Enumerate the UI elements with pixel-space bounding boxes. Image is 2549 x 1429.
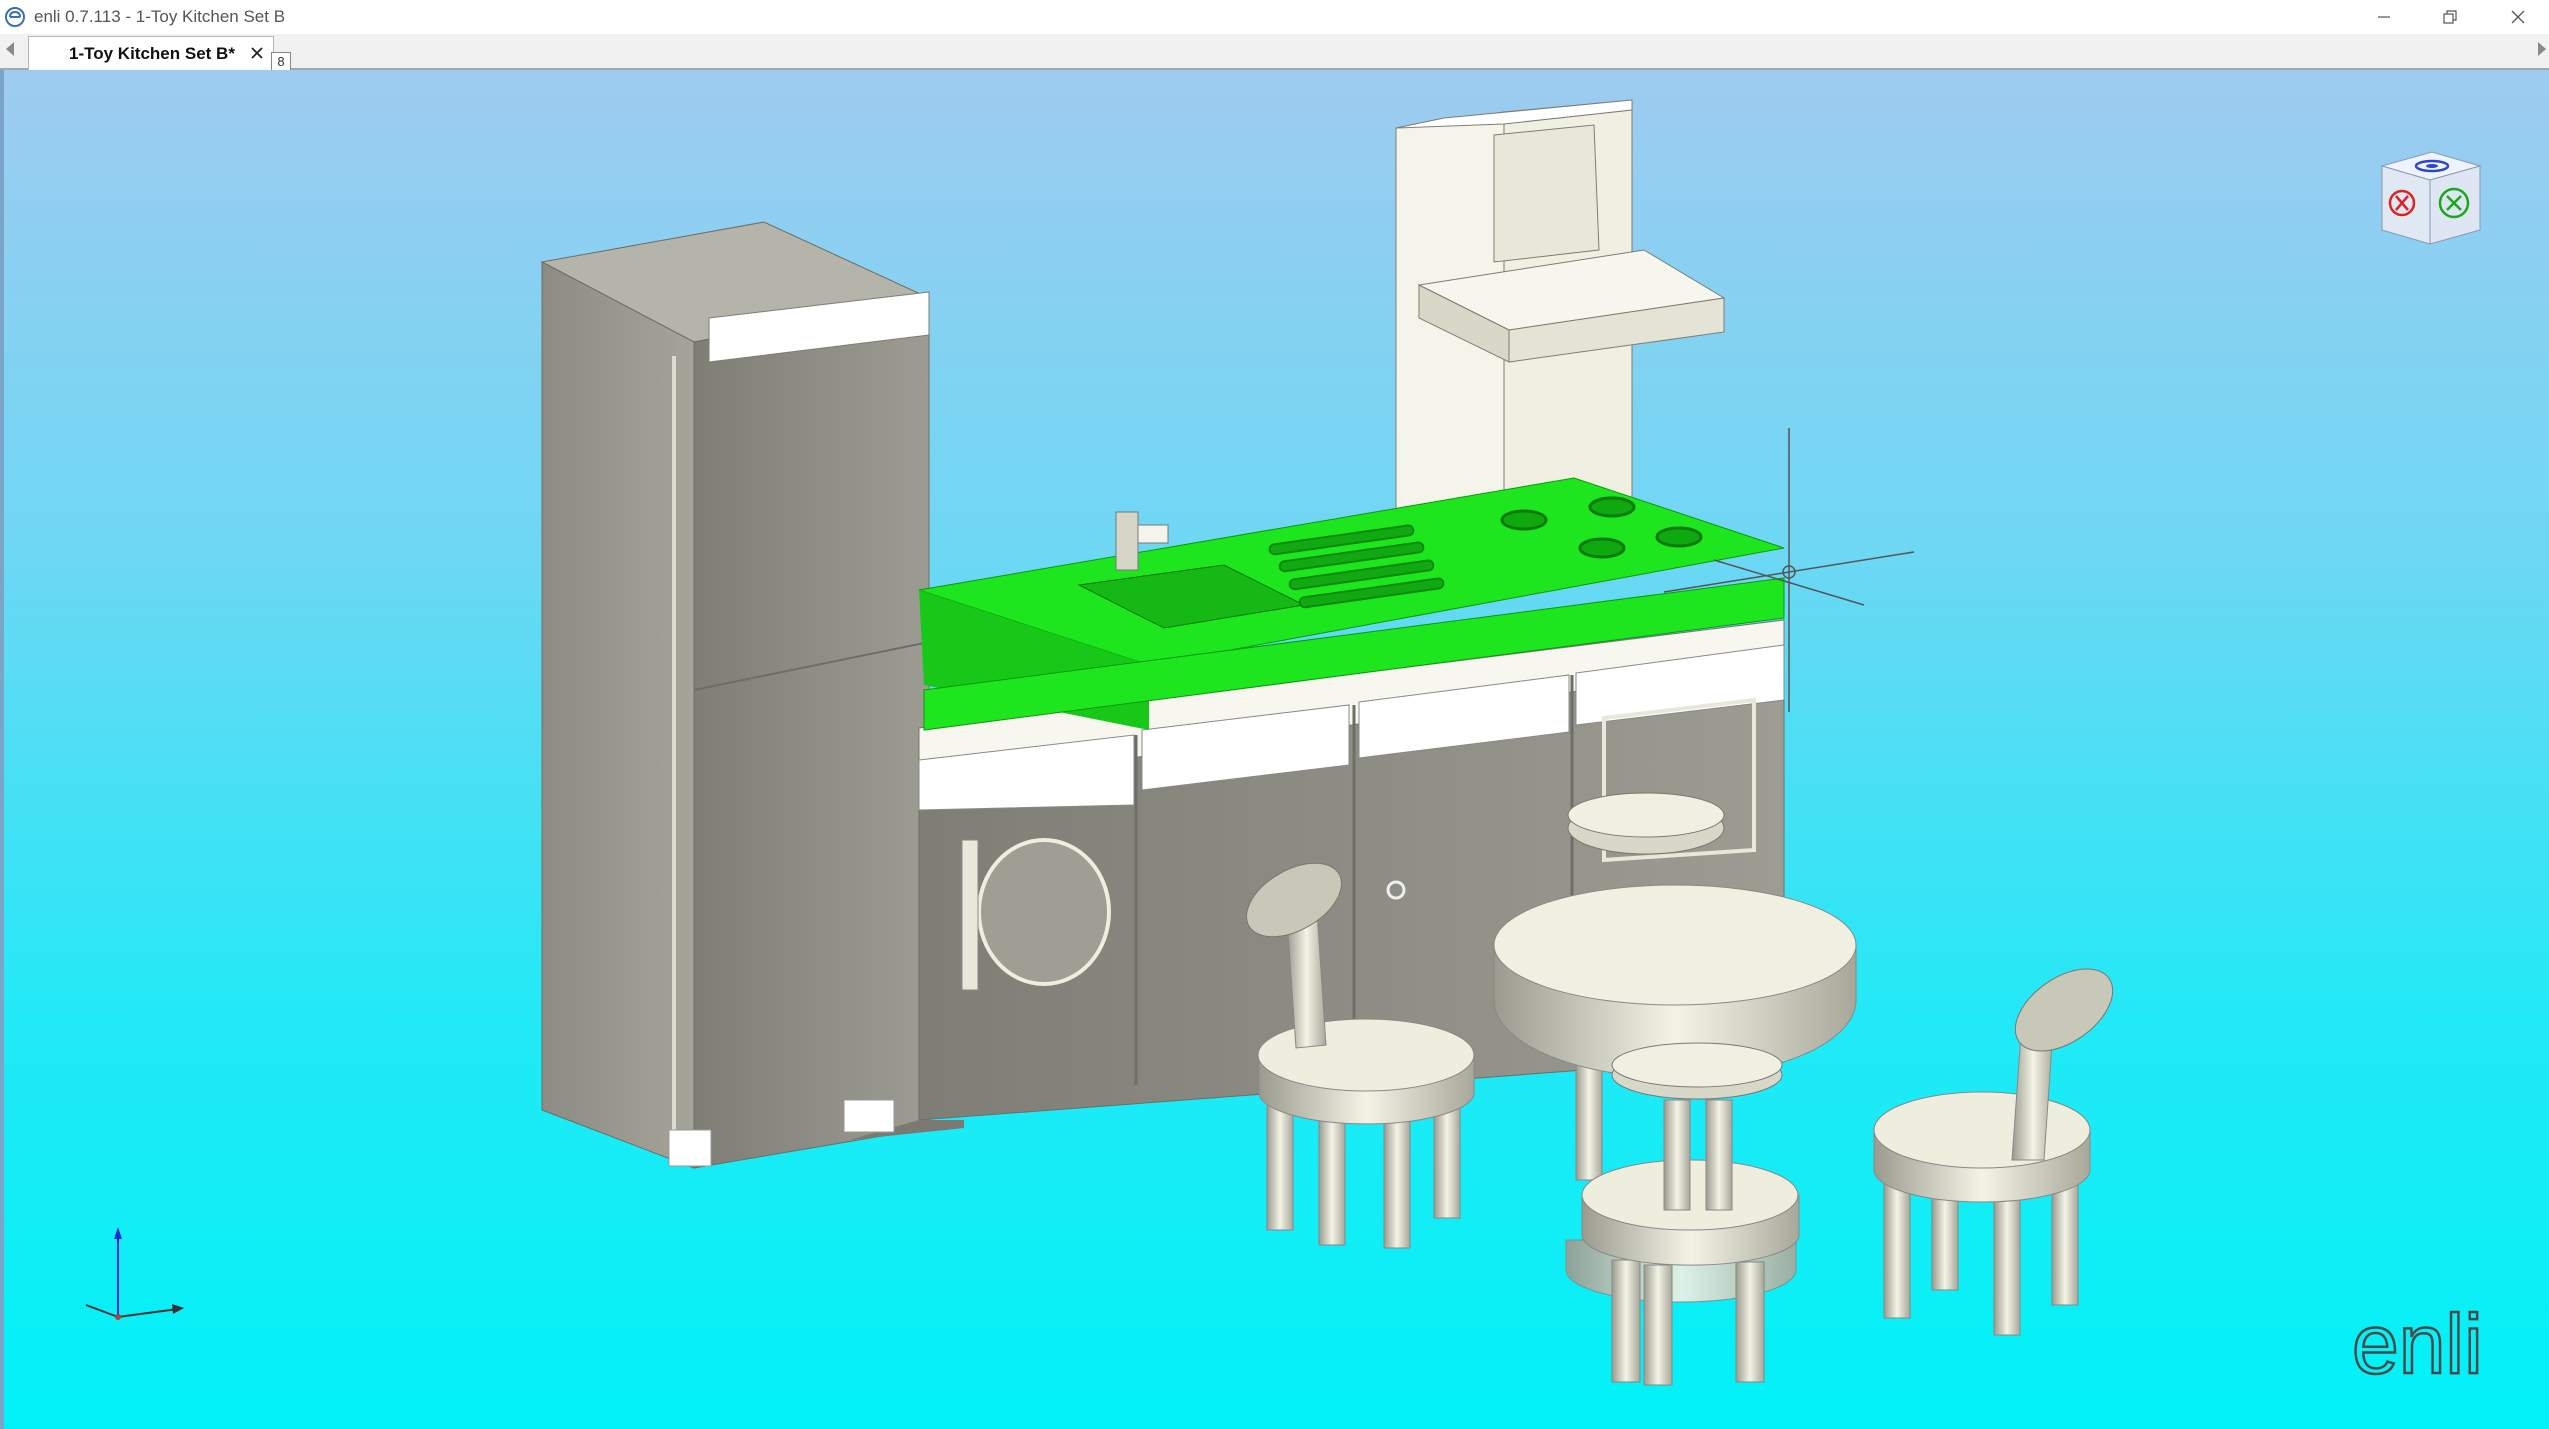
svg-text:enli: enli bbox=[2352, 1297, 2483, 1385]
kitchen-model[interactable] bbox=[4, 70, 2549, 1429]
tab-overflow-count[interactable]: 8 bbox=[271, 52, 291, 72]
chair-back[interactable] bbox=[1567, 792, 1725, 855]
tab-1-toy-kitchen-set-b[interactable]: 1-Toy Kitchen Set B* bbox=[28, 36, 274, 70]
enli-logo: enli bbox=[2351, 1296, 2484, 1385]
range-hood[interactable] bbox=[1395, 99, 1726, 521]
minimize-button[interactable] bbox=[2356, 0, 2412, 34]
tab-scroll-right-icon[interactable] bbox=[2538, 42, 2546, 56]
tab-close-icon[interactable] bbox=[247, 41, 269, 65]
axis-triad-icon bbox=[85, 1227, 184, 1320]
tab-label: 1-Toy Kitchen Set B* bbox=[69, 44, 235, 63]
navigation-cube[interactable] bbox=[2376, 148, 2484, 248]
window-title: enli 0.7.113 - 1-Toy Kitchen Set B bbox=[34, 7, 286, 26]
close-window-button[interactable] bbox=[2490, 0, 2546, 34]
restore-button[interactable] bbox=[2422, 0, 2478, 34]
chair-right[interactable] bbox=[1873, 952, 2127, 1336]
restore-icon bbox=[2443, 10, 2457, 24]
minimize-icon bbox=[2378, 16, 2390, 18]
3d-viewport[interactable]: enli bbox=[0, 70, 2549, 1429]
tab-bar: 1-Toy Kitchen Set B* 8 bbox=[0, 34, 2549, 72]
washer-door-icon bbox=[977, 838, 1111, 986]
app-logo-icon bbox=[5, 7, 25, 27]
close-icon bbox=[2511, 10, 2525, 24]
tab-scroll-left-icon[interactable] bbox=[6, 42, 14, 56]
title-bar: enli 0.7.113 - 1-Toy Kitchen Set B bbox=[0, 0, 2549, 34]
refrigerator[interactable] bbox=[540, 221, 931, 1169]
